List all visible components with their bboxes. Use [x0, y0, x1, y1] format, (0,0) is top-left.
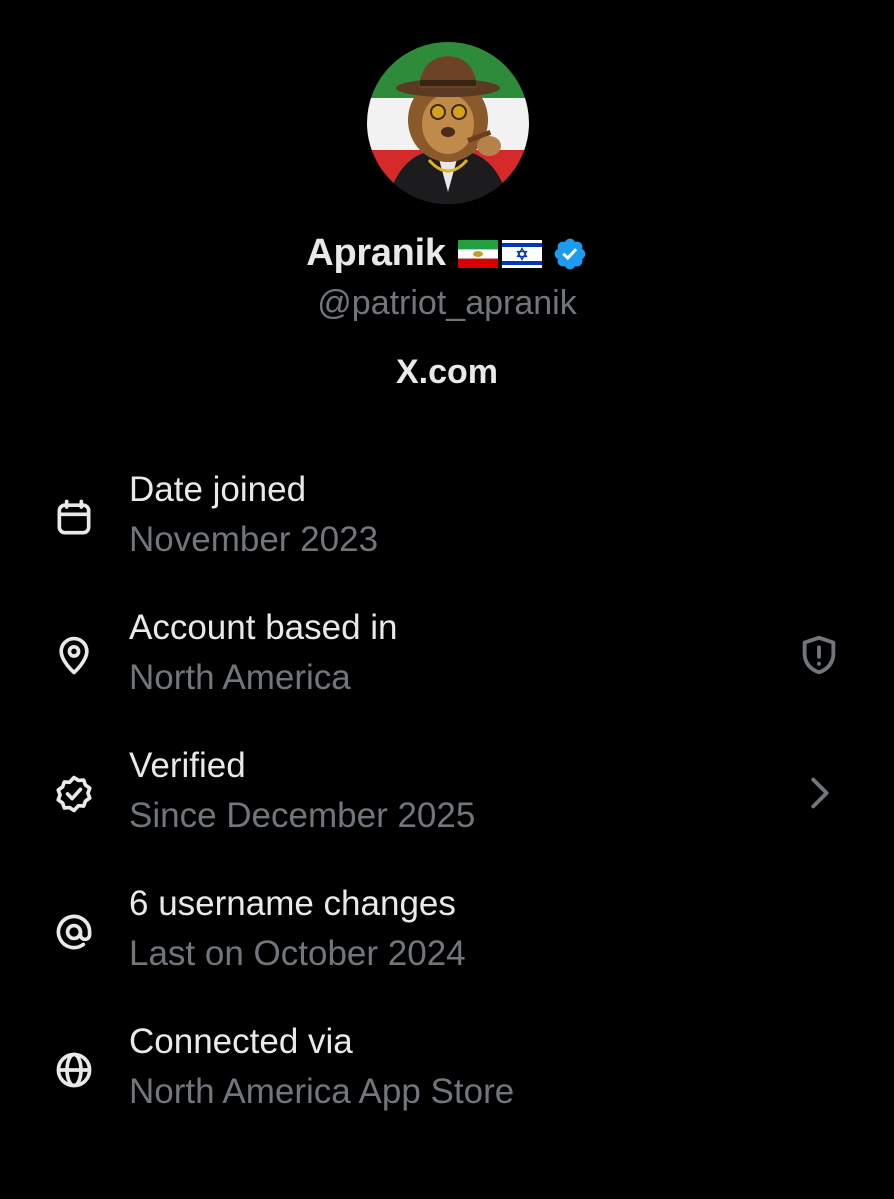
- row-title: Account based in: [129, 608, 398, 647]
- detail-row-connected-via: Connected via North America App Store: [0, 1022, 894, 1122]
- detail-row-verified[interactable]: Verified Since December 2025: [0, 746, 894, 846]
- profile-name-row: Apranik: [0, 232, 894, 275]
- display-name: Apranik: [306, 232, 446, 274]
- shield-alert-icon[interactable]: [796, 632, 842, 678]
- detail-row-account-based-in: Account based in North America: [0, 608, 894, 708]
- verified-badge-icon[interactable]: [552, 236, 588, 272]
- iran-lion-and-sun-flag-icon: [457, 239, 498, 268]
- globe-icon: [56, 1052, 92, 1088]
- website-link[interactable]: X.com: [0, 353, 894, 392]
- flag-emojis: [457, 239, 542, 268]
- row-title: Connected via: [129, 1022, 353, 1061]
- website-text: X.com: [395, 353, 499, 391]
- row-subtitle: North America App Store: [129, 1072, 515, 1111]
- israel-flag-icon: [501, 239, 542, 268]
- row-title: Date joined: [129, 470, 307, 509]
- row-title: 6 username changes: [129, 884, 456, 923]
- row-subtitle: North America: [129, 658, 351, 697]
- row-subtitle: Last on October 2024: [129, 934, 466, 973]
- chevron-right-icon[interactable]: [796, 770, 842, 816]
- avatar[interactable]: [367, 42, 529, 204]
- verified-icon: [56, 775, 92, 813]
- at-sign-icon: [56, 914, 92, 950]
- calendar-icon: [57, 499, 91, 535]
- detail-row-date-joined: Date joined November 2023: [0, 470, 894, 570]
- location-pin-icon: [59, 636, 89, 675]
- row-title: Verified: [129, 746, 246, 785]
- row-subtitle: Since December 2025: [129, 796, 476, 835]
- detail-row-username-changes: 6 username changes Last on October 2024: [0, 884, 894, 984]
- username-handle: @patriot_apranik: [317, 284, 577, 322]
- row-subtitle: November 2023: [129, 520, 379, 559]
